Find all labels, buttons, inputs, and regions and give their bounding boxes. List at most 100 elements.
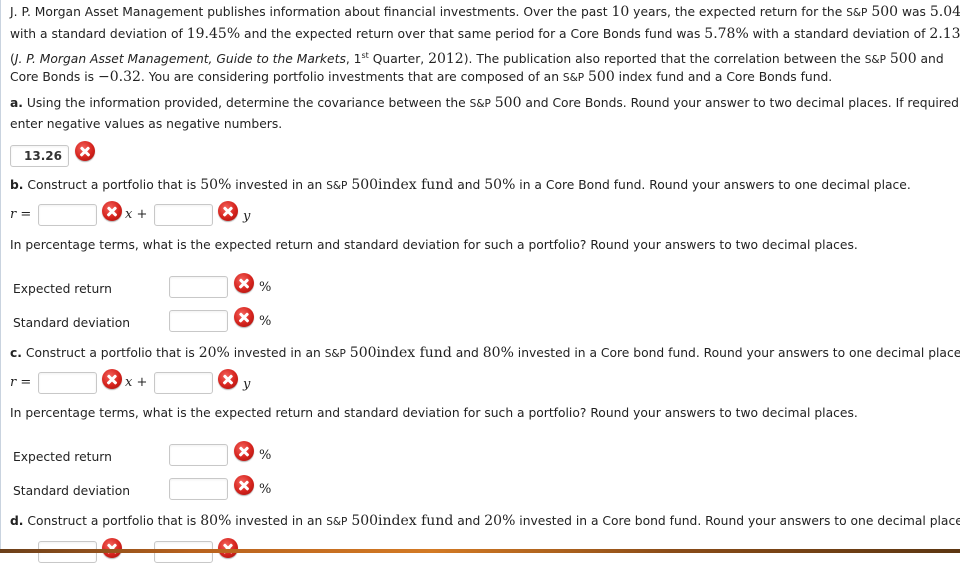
text: , 1	[345, 52, 362, 66]
text: Construct a portfolio that is	[23, 178, 201, 192]
formula-x-label: x +	[125, 207, 148, 222]
text: enter negative values as negative number…	[10, 117, 283, 131]
text: index fund and a Core Bonds fund.	[614, 70, 833, 84]
percent-unit: %	[259, 280, 272, 295]
sp-sd-value: 19.45%	[186, 26, 241, 42]
part-b-expected-return-field[interactable]	[170, 277, 227, 297]
text: with a standard deviation of	[10, 27, 187, 41]
intro-line-1: J. P. Morgan Asset Management publishes …	[10, 1, 960, 24]
intro-line-4: Core Bonds is −0.32. You are considering…	[10, 66, 832, 89]
covariance-input[interactable]	[10, 145, 69, 167]
incorrect-icon	[234, 273, 254, 293]
part-b-std-dev-field[interactable]	[170, 311, 227, 331]
part-c-expected-return-field[interactable]	[170, 445, 227, 465]
incorrect-icon	[218, 538, 238, 558]
standard-deviation-label: Standard deviation	[13, 484, 131, 498]
text: invested in an	[231, 178, 327, 192]
bond-weight: 80%	[482, 345, 514, 361]
sp-return-value: 5.04%	[929, 4, 960, 20]
part-b-expected-return-input[interactable]	[169, 276, 228, 298]
text: with a standard deviation of	[748, 27, 930, 41]
part-c-x-input-field[interactable]	[39, 373, 96, 393]
bond-weight: 50%	[484, 177, 516, 193]
text: and the expected return over that same p…	[240, 27, 705, 41]
text: Construct a portfolio that is	[23, 514, 201, 528]
sp-label: S&P	[326, 180, 348, 192]
question-page: J. P. Morgan Asset Management publishes …	[0, 0, 960, 563]
sp-label: S&P	[469, 98, 491, 110]
text: In percentage terms, what is the expecte…	[10, 238, 858, 252]
text: and	[453, 178, 485, 192]
desktop-background-strip	[0, 549, 960, 553]
sp-label: S&P	[324, 348, 346, 360]
part-b-std-dev-input[interactable]	[169, 310, 228, 332]
sp-500-number: 500	[494, 95, 522, 111]
part-b-y-coefficient-input[interactable]	[154, 204, 213, 226]
text: invested in a Core bond fund. Round your…	[515, 514, 960, 528]
expected-return-label: Expected return	[13, 282, 112, 296]
part-letter: a.	[10, 96, 23, 110]
text: and	[451, 346, 483, 360]
formula-x-label: x +	[125, 375, 148, 390]
part-letter: c.	[10, 346, 22, 360]
correlation-value: −0.32	[97, 69, 141, 85]
formula-y-label: y	[243, 377, 251, 392]
standard-deviation-label: Standard deviation	[13, 316, 131, 330]
formula-r-label: r =	[10, 207, 32, 222]
incorrect-icon	[75, 141, 95, 161]
part-b-x-input-field[interactable]	[39, 205, 96, 225]
part-c-y-input-field[interactable]	[155, 373, 212, 393]
text: years, the expected return for the	[629, 5, 847, 19]
covariance-input-field[interactable]	[11, 146, 68, 166]
source-title: J. P. Morgan Asset Management, Guide to …	[14, 52, 346, 66]
percent-unit: %	[259, 482, 272, 497]
bond-sd-value: 2.13%	[929, 26, 960, 42]
text: In percentage terms, what is the expecte…	[10, 406, 858, 420]
part-c-std-dev-input[interactable]	[169, 478, 228, 500]
incorrect-icon	[218, 369, 238, 389]
formula-r-label: r =	[10, 375, 32, 390]
incorrect-icon	[218, 201, 238, 221]
percent-unit: %	[259, 448, 272, 463]
sp-500-number: 500	[588, 69, 615, 85]
text: was	[898, 5, 930, 19]
sp-label: S&P	[864, 54, 886, 66]
part-b-question: In percentage terms, what is the expecte…	[10, 234, 858, 256]
part-c-question: In percentage terms, what is the expecte…	[10, 402, 858, 424]
text: in a Core Bond fund. Round your answers …	[515, 178, 911, 192]
bond-return-value: 5.78%	[704, 26, 749, 42]
sp-500-number: 500	[889, 51, 917, 67]
part-c-expected-return-input[interactable]	[169, 444, 228, 466]
formula-y-label: y	[243, 209, 251, 224]
ordinal-suffix: st	[361, 51, 369, 60]
text: Quarter,	[368, 52, 429, 66]
text: and	[916, 52, 944, 66]
text: invested in an	[231, 514, 327, 528]
text: and Core Bonds. Round your answer to two…	[521, 96, 959, 110]
part-c-y-coefficient-input[interactable]	[154, 372, 213, 394]
text: Using the information provided, determin…	[22, 96, 470, 110]
text: invested in a Core bond fund. Round your…	[513, 346, 960, 360]
part-c-std-dev-field[interactable]	[170, 479, 227, 499]
incorrect-icon	[234, 475, 254, 495]
text: Construct a portfolio that is	[21, 346, 199, 360]
sp-weight: 80%	[200, 513, 232, 529]
text: ). The publication also reported that th…	[463, 52, 865, 66]
incorrect-icon	[102, 201, 122, 221]
part-b-x-coefficient-input[interactable]	[38, 204, 97, 226]
index-fund-label: 500index fund	[351, 513, 454, 529]
index-fund-label: 500index fund	[349, 345, 452, 361]
part-letter: b.	[10, 178, 24, 192]
year-value: 2012	[428, 51, 464, 67]
part-a-prompt: a. Using the information provided, deter…	[10, 92, 959, 115]
incorrect-icon	[234, 441, 254, 461]
part-b-y-input-field[interactable]	[155, 205, 212, 225]
text: invested in an	[229, 346, 325, 360]
part-d-prompt: d. Construct a portfolio that is 80% inv…	[10, 510, 960, 533]
sp-label: S&P	[326, 516, 348, 528]
text: J. P. Morgan Asset Management publishes …	[10, 5, 612, 19]
part-c-x-coefficient-input[interactable]	[38, 372, 97, 394]
sp-weight: 20%	[198, 345, 230, 361]
part-b-prompt: b. Construct a portfolio that is 50% inv…	[10, 174, 911, 197]
part-c-prompt: c. Construct a portfolio that is 20% inv…	[10, 342, 960, 365]
